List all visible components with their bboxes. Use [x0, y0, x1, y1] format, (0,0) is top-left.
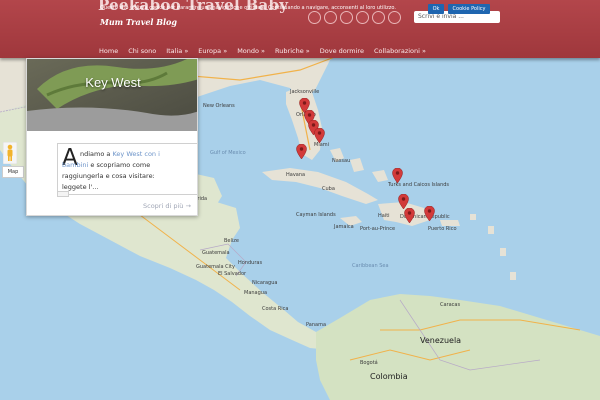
nav-item-italia[interactable]: Italia » — [161, 45, 193, 57]
map-label-cuba: Cuba — [322, 186, 335, 192]
map-marker-icon[interactable] — [424, 206, 435, 221]
map-label-el-salvador: El Salvador — [218, 271, 247, 277]
nav-item-home[interactable]: Home — [94, 45, 123, 57]
card-title[interactable]: Key West — [27, 75, 197, 90]
map-label-haiti: Haiti — [378, 213, 390, 219]
map-label-jamaica: Jamaica — [334, 224, 354, 230]
excerpt-text-1: ndiamo a — [80, 150, 113, 158]
nav-item-mondo[interactable]: Mondo » — [232, 45, 270, 57]
card-excerpt: ndiamo a Key West con i bambini e scopri… — [62, 149, 176, 193]
site-tagline: Mum Travel Blog — [100, 17, 177, 27]
card-excerpt-box: A ndiamo a Key West con i bambini e scop… — [57, 143, 197, 195]
map-marker-icon[interactable] — [314, 128, 325, 143]
map-label-caribbean-sea: Caribbean Sea — [352, 263, 389, 269]
map-label-managua: Managua — [244, 290, 268, 296]
map-label-caracas: Caracas — [440, 302, 461, 308]
map-label-new-orleans: New Orleans — [203, 103, 235, 109]
excerpt-link-key-west[interactable]: Key West con i — [112, 150, 159, 158]
location-card: Key West A ndiamo a Key West con i bambi… — [26, 58, 198, 216]
cookie-ok-button[interactable]: Ok — [428, 4, 444, 14]
nav-item-europa[interactable]: Europa » — [193, 45, 232, 57]
cookie-policy-button[interactable]: Cookie Policy — [448, 4, 490, 14]
map-type-button[interactable]: Map — [2, 166, 24, 178]
nav-item-dove-dormire[interactable]: Dove dormire — [315, 45, 369, 57]
nav-item-chi-sono[interactable]: Chi sono — [123, 45, 161, 57]
map-label-guatemala-city: Guatemala City — [196, 264, 235, 270]
map-marker-icon[interactable] — [296, 144, 307, 159]
map-marker-icon[interactable] — [392, 168, 403, 183]
map-label-jacksonville: Jacksonville — [290, 89, 320, 95]
main-nav: Home Chi sono Italia » Europa » Mondo » … — [94, 45, 431, 57]
map-label-havana: Havana — [286, 172, 306, 178]
excerpt-text-3: l'... — [88, 183, 99, 191]
map-marker-icon[interactable] — [404, 208, 415, 223]
card-more-link[interactable]: Scopri di più → — [143, 202, 191, 210]
map-label-guatemala: Guatemala — [202, 250, 230, 256]
map-label-port-au-prince: Port-au-Prince — [360, 226, 396, 232]
cookie-message: Questo sito utilizza cookie per garantir… — [100, 5, 396, 11]
map-label-cayman: Cayman Islands — [296, 212, 336, 218]
map-label-panama: Panama — [306, 322, 327, 328]
nav-item-collaborazioni[interactable]: Collaborazioni » — [369, 45, 431, 57]
map-label-bogota: Bogotá — [360, 360, 378, 366]
card-photo-iguana — [27, 59, 197, 131]
card-horizontal-scrollbar[interactable] — [57, 191, 69, 197]
cookie-bar: Questo sito utilizza cookie per garantir… — [0, 0, 600, 14]
map-label-honduras: Honduras — [238, 260, 263, 266]
pegman-icon[interactable] — [3, 142, 17, 164]
map-marker-icon[interactable] — [398, 194, 409, 209]
map-label-gulf-of-mexico: Gulf of Mexico — [210, 150, 246, 156]
map-label-costa-rica: Costa Rica — [262, 306, 289, 312]
excerpt-link-bambini[interactable]: bambini — [62, 161, 88, 169]
map-label-venezuela: Venezuela — [420, 336, 462, 345]
map-label-colombia: Colombia — [370, 372, 408, 381]
map-label-puerto-rico: Puerto Rico — [428, 226, 457, 232]
map-label-nassau: Nassau — [332, 158, 351, 164]
map-label-nicaragua: Nicaragua — [252, 280, 278, 286]
map-label-belize: Belize — [224, 238, 239, 244]
nav-item-rubriche[interactable]: Rubriche » — [270, 45, 315, 57]
